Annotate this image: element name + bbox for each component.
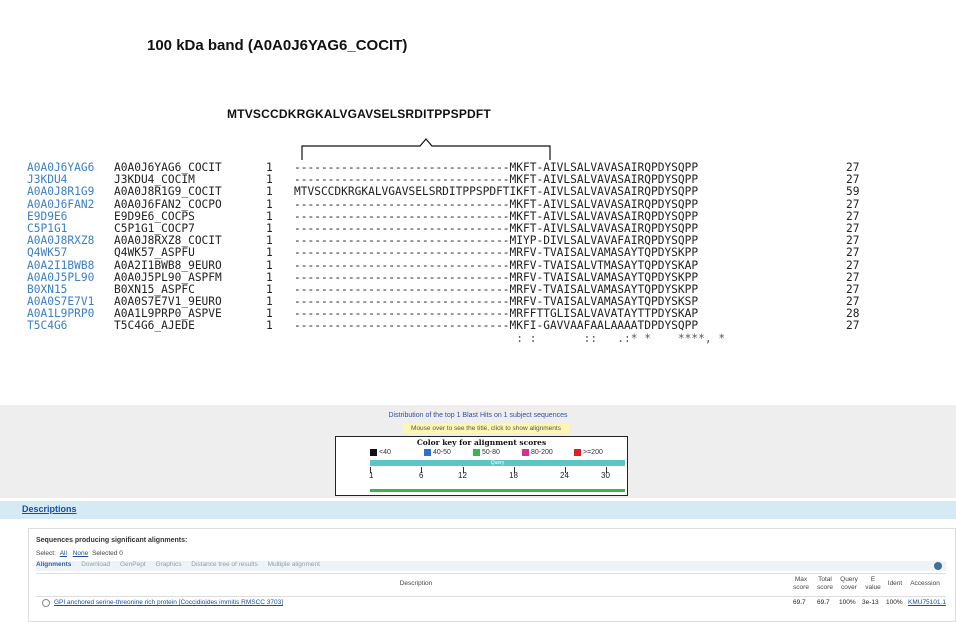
- consensus-line: : : :: .:* * ****, *: [294, 331, 726, 345]
- col-max-score[interactable]: Max score: [790, 576, 812, 592]
- row-end: 27: [846, 246, 860, 260]
- table-row: GPI anchored serine-threonine rich prote…: [36, 597, 946, 609]
- ruler-tick-label: 24: [560, 471, 569, 480]
- query-bar: Query: [370, 460, 625, 466]
- swatch-black: [370, 449, 377, 456]
- row-end: 59: [846, 185, 860, 199]
- row-accession[interactable]: T5C4G6: [27, 320, 114, 332]
- swatch-red: [574, 449, 581, 456]
- figure-title: 100 kDa band (A0A0J6YAG6_COCIT): [147, 37, 408, 54]
- distribution-header: Distribution of the top 1 Blast Hits on …: [388, 412, 568, 419]
- significant-alignments-heading: Sequences producing significant alignmen…: [36, 537, 188, 544]
- row-end: 27: [846, 197, 860, 211]
- color-key-item: 40-50: [424, 449, 451, 456]
- ruler-tick-label: 18: [509, 471, 518, 480]
- alignment-row: T5C4G6 T5C4G6_AJEDE 1 ---------------------…: [27, 320, 886, 332]
- results-toolbar: Alignments Download GenPept Graphics Dis…: [36, 561, 946, 571]
- color-key-box: Color key for alignment scores <40 40-50…: [335, 436, 628, 496]
- row-start: 1: [266, 319, 273, 333]
- query-cover-value: 100%: [839, 599, 856, 606]
- row-end: 27: [846, 319, 860, 333]
- alignment-row: Q4WK57 Q4WK57_ASPFU 1 ---------------------…: [27, 247, 886, 259]
- descriptions-tab[interactable]: Descriptions: [22, 504, 77, 514]
- download-button[interactable]: Download: [81, 561, 110, 568]
- distance-tree-button[interactable]: Distance tree of results: [191, 561, 257, 568]
- swatch-blue: [424, 449, 431, 456]
- row-accession[interactable]: Q4WK57: [27, 247, 114, 259]
- col-total-score[interactable]: Total score: [814, 576, 836, 592]
- col-accession[interactable]: Accession: [906, 580, 944, 588]
- results-table-header: Description Max score Total score Query …: [36, 573, 946, 597]
- alignment-block: A0A0J6YAG6 A0A0J6YAG6_COCIT 1 -------------…: [27, 161, 886, 345]
- row-start: 1: [266, 185, 273, 199]
- multiple-alignment-button[interactable]: Multiple alignment: [268, 561, 320, 568]
- row-sequence: --------------------------------MKFT-AIV…: [294, 197, 699, 211]
- selected-count: Selected 0: [92, 550, 123, 557]
- alignment-row: A0A0J8R1G9 A0A0J8R1G9_COCIT 1 MTVSCCDKRGKAL…: [27, 186, 886, 198]
- select-none-link[interactable]: None: [73, 550, 89, 557]
- row-sequence: --------------------------------MRFV-TVA…: [294, 258, 699, 272]
- row-name: T5C4G6_AJEDE: [114, 319, 195, 333]
- hit-description-link[interactable]: GPI anchored serine-threonine rich prote…: [54, 599, 283, 606]
- row-name: A0A0J6FAN2_COCPO: [114, 197, 222, 211]
- genpept-button[interactable]: GenPept: [120, 561, 146, 568]
- hit-bar[interactable]: [370, 489, 625, 492]
- swatch-magenta: [522, 449, 529, 456]
- ruler-tick-label: 30: [601, 471, 610, 480]
- row-checkbox[interactable]: [42, 599, 50, 607]
- max-score-value: 69.7: [793, 599, 806, 606]
- row-sequence: MTVSCCDKRGKALVGAVSELSRDITPPSPDFTIKFT-AIV…: [294, 185, 699, 199]
- consensus-row: : : :: .:* * ****, *: [27, 331, 886, 345]
- row-name: Q4WK57_ASPFU: [114, 246, 195, 260]
- row-start: 1: [266, 258, 273, 272]
- color-key-item: 50-80: [473, 449, 500, 456]
- swatch-green: [473, 449, 480, 456]
- mouse-hint: Mouse over to see the title, click to sh…: [403, 424, 569, 433]
- ident-value: 100%: [886, 599, 903, 606]
- graphics-button[interactable]: Graphics: [155, 561, 181, 568]
- row-accession[interactable]: A0A2I1BWB8: [27, 259, 114, 272]
- color-key-item: <40: [370, 449, 391, 456]
- total-score-value: 69.7: [817, 599, 830, 606]
- color-key-item: >=200: [574, 449, 603, 456]
- select-controls: Select: All None Selected 0: [36, 550, 123, 557]
- col-e-value[interactable]: E value: [863, 576, 883, 592]
- row-sequence: --------------------------------MRFV-TVA…: [294, 246, 699, 260]
- accession-link[interactable]: KMU75101.1: [908, 599, 946, 606]
- row-end: 27: [846, 258, 860, 272]
- row-accession[interactable]: A0A0J8R1G9: [27, 186, 114, 198]
- ruler-tick-label: 1: [369, 471, 374, 480]
- col-query-cover[interactable]: Query cover: [837, 576, 861, 592]
- ruler-tick-label: 6: [419, 471, 424, 480]
- col-ident[interactable]: Ident: [885, 580, 905, 588]
- select-all-link[interactable]: All: [60, 550, 67, 557]
- row-start: 1: [266, 197, 273, 211]
- row-name: A0A2I1BWB8_9EURO: [114, 258, 222, 272]
- descriptions-header-bar: [0, 501, 956, 519]
- col-description[interactable]: Description: [36, 580, 796, 588]
- row-name: A0A0J8R1G9_COCIT: [114, 185, 222, 199]
- settings-gear-icon[interactable]: [934, 562, 942, 570]
- alignment-row: A0A2I1BWB8 A0A2I1BWB8_9EURO 1 -------------…: [27, 258, 886, 272]
- color-key-item: 80-200: [522, 449, 553, 456]
- alignment-row: A0A0J6FAN2 A0A0J6FAN2_COCPO 1 -------------…: [27, 197, 886, 211]
- row-start: 1: [266, 246, 273, 260]
- color-key-title: Color key for alignment scores: [416, 438, 547, 447]
- alignments-toggle[interactable]: Alignments: [36, 561, 71, 568]
- query-ruler: [370, 467, 625, 477]
- ruler-tick-label: 12: [458, 471, 467, 480]
- e-value-value: 3e-13: [862, 599, 879, 606]
- row-accession[interactable]: A0A0J6FAN2: [27, 198, 114, 211]
- row-sequence: --------------------------------MKFI-GAV…: [294, 319, 699, 333]
- query-sequence-label: MTVSCCDKRGKALVGAVSELSRDITPPSPDFT: [227, 107, 491, 121]
